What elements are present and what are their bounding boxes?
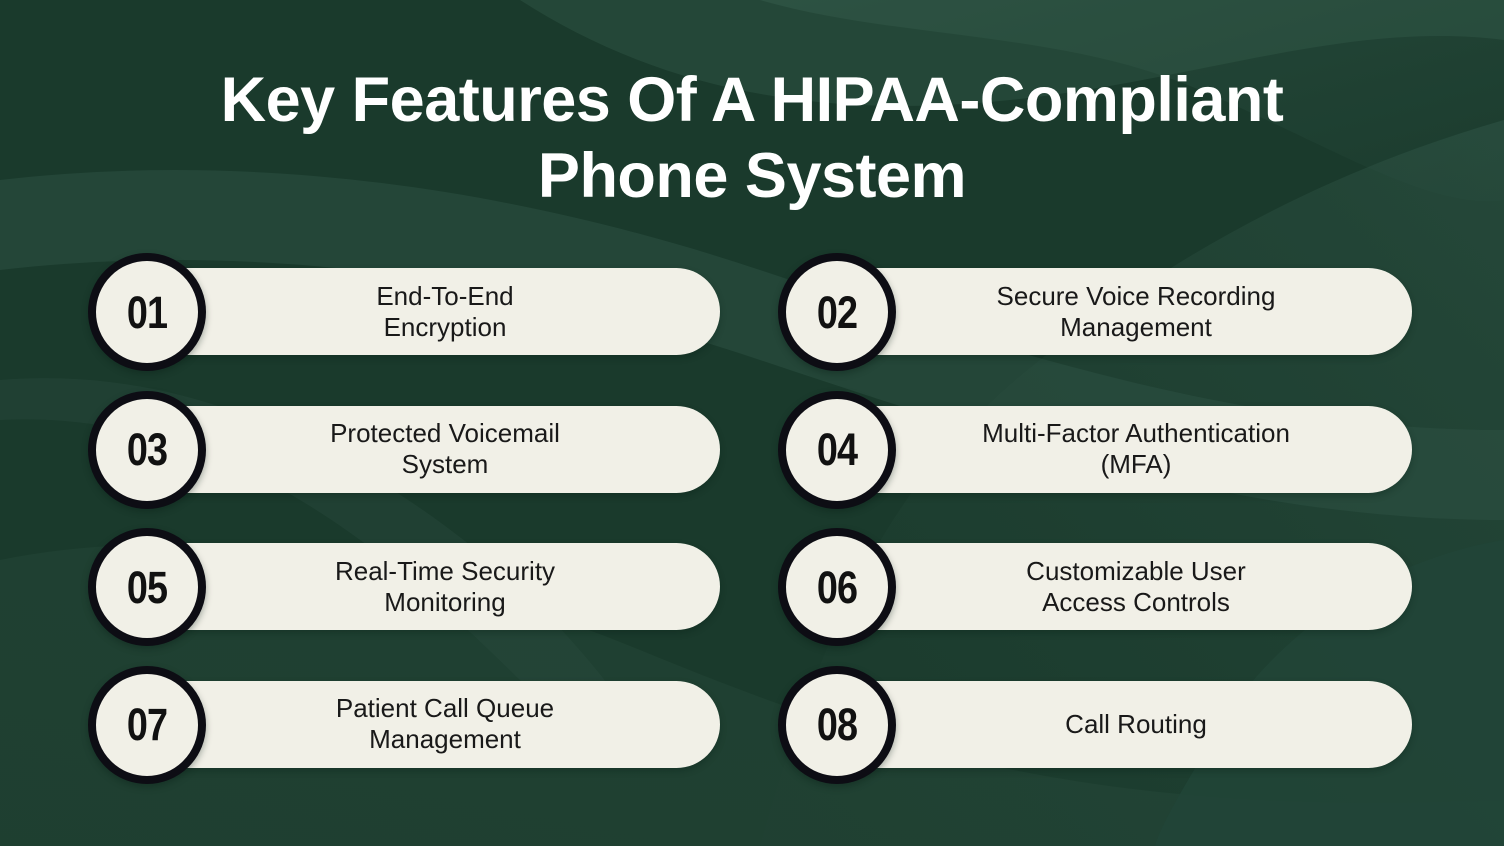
feature-label: Customizable User Access Controls	[1026, 555, 1246, 617]
feature-number: 06	[816, 561, 858, 613]
feature-number: 05	[126, 561, 168, 613]
feature-label: Call Routing	[1065, 708, 1207, 739]
feature-item-02[interactable]: Secure Voice Recording Management 02	[778, 253, 1412, 371]
feature-pill: Secure Voice Recording Management	[824, 268, 1412, 355]
feature-label: End-To-End Encryption	[376, 280, 514, 342]
feature-label: Secure Voice Recording Management	[996, 280, 1276, 342]
page-title-line-1: Key Features Of A HIPAA-Compliant	[220, 65, 1284, 135]
feature-pill: Real-Time Security Monitoring	[134, 543, 720, 630]
feature-number: 03	[126, 424, 168, 475]
feature-number-badge: 08	[778, 665, 896, 784]
feature-item-03[interactable]: Protected Voicemail System 03	[88, 390, 720, 509]
feature-number-badge: 04	[778, 390, 896, 509]
feature-item-08[interactable]: Call Routing 08	[778, 665, 1412, 784]
feature-pill: Protected Voicemail System	[134, 405, 720, 493]
feature-item-07[interactable]: Patient Call Queue Management 07	[88, 665, 720, 784]
feature-number: 08	[816, 699, 858, 750]
feature-pill: Multi-Factor Authentication (MFA)	[824, 405, 1412, 493]
feature-item-06[interactable]: Customizable User Access Controls 06	[778, 528, 1412, 646]
feature-label: Real-Time Security Monitoring	[334, 555, 556, 617]
feature-number-badge: 02	[778, 253, 896, 371]
feature-label: Patient Call Queue Management	[335, 693, 555, 754]
feature-item-04[interactable]: Multi-Factor Authentication (MFA) 04	[778, 390, 1412, 509]
feature-label: Protected Voicemail System	[330, 418, 560, 479]
feature-label: Multi-Factor Authentication (MFA)	[982, 418, 1290, 479]
feature-number: 07	[126, 699, 168, 750]
feature-number: 04	[816, 424, 858, 475]
feature-number-badge: 06	[778, 528, 896, 646]
feature-pill: Customizable User Access Controls	[824, 543, 1412, 630]
feature-number-badge: 07	[88, 665, 206, 784]
page-title-line-2: Phone System	[537, 141, 967, 211]
feature-pill: Patient Call Queue Management	[134, 680, 720, 768]
feature-pill: End-To-End Encryption	[134, 268, 720, 355]
feature-number-badge: 03	[88, 390, 206, 509]
feature-number-badge: 01	[88, 253, 206, 371]
feature-number-badge: 05	[88, 528, 206, 646]
feature-item-05[interactable]: Real-Time Security Monitoring 05	[88, 528, 720, 646]
page-title: Key Features Of A HIPAA-Compliant Phone …	[0, 62, 1504, 214]
feature-number: 02	[816, 286, 858, 338]
feature-item-01[interactable]: End-To-End Encryption 01	[88, 253, 720, 371]
feature-number: 01	[126, 286, 168, 338]
feature-pill: Call Routing	[824, 680, 1412, 768]
